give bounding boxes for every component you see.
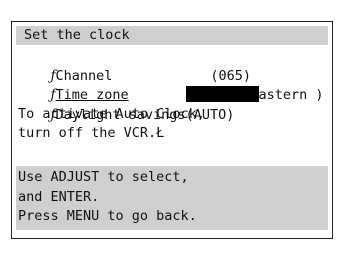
help-line-1: Use ADJUST to select,: [18, 169, 189, 185]
help-line-3: Press MENU to go back.: [18, 208, 197, 224]
menu-title-bar: Set the clock: [16, 26, 328, 45]
help-panel: Use ADJUST to select, and ENTER. Press M…: [16, 166, 328, 230]
menu-item-time-zone-value: astern ): [258, 87, 324, 103]
help-line-2: and ENTER.: [18, 189, 100, 205]
menu-item-time-zone[interactable]: ƒTime zone astern ): [18, 65, 324, 103]
info-text-line-2: turn off the VCR.Ł: [18, 125, 165, 141]
info-text-line-1: To activate Auto Clock,: [18, 106, 205, 122]
menu-title: Set the clock: [24, 27, 130, 43]
vcr-osd-screen: Set the clock ƒChannel (065) ƒTime zone as…: [11, 21, 333, 239]
menu-item-channel[interactable]: ƒChannel (065): [18, 46, 252, 84]
menu-item-daylight-savings[interactable]: ƒDaylight savings(AUTO): [18, 85, 235, 123]
